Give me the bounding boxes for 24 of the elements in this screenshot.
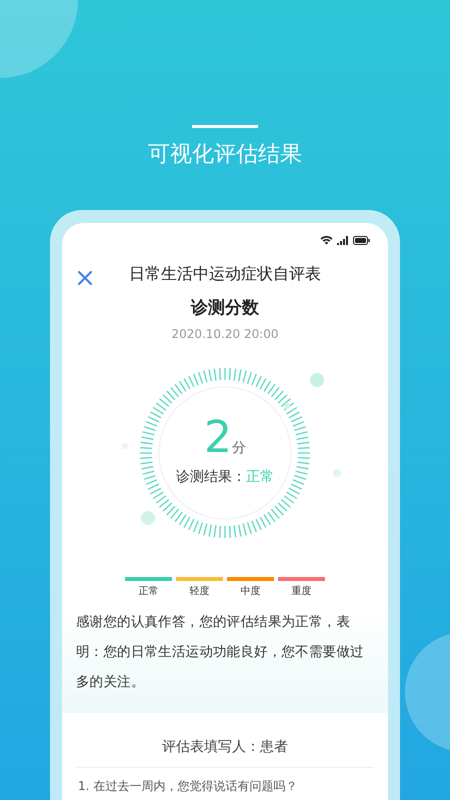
bubble-dot — [284, 403, 290, 409]
heading-rule — [192, 125, 258, 128]
form-title: 日常生活中运动症状自评表 — [129, 264, 321, 283]
page-heading: 可视化评估结果 — [147, 141, 303, 169]
section-title: 诊测分数 — [191, 297, 259, 320]
result-label: 诊测结果： — [176, 469, 246, 485]
scale-label: 重度 — [290, 585, 312, 599]
bubble-dot — [122, 443, 128, 449]
bubble-dot — [310, 373, 324, 387]
battery-icon — [353, 236, 370, 244]
scale-label: 中度 — [240, 585, 262, 599]
date-text: 2020.10.20 20:00 — [171, 326, 279, 342]
filler-text: 评估表填写人：患者 — [161, 738, 289, 757]
score-value: 2 — [204, 412, 232, 463]
bubble-dot — [141, 511, 155, 525]
result-value: 正常 — [246, 469, 274, 485]
scale-label: 正常 — [138, 585, 160, 599]
bubble-dot — [333, 469, 341, 477]
signal-icon — [337, 236, 349, 244]
summary-text: 感谢您的认真作答，您的评估结果为正常，表明：您的日常生活运动功能良好，您不需要做过多的关注。 — [76, 613, 365, 692]
score-unit: 分 — [232, 440, 246, 456]
question-text: 1. 在过去一周内，您觉得说话有问题吗？ — [77, 778, 298, 794]
scale-label: 轻度 — [188, 585, 210, 599]
wifi-icon — [320, 235, 333, 245]
